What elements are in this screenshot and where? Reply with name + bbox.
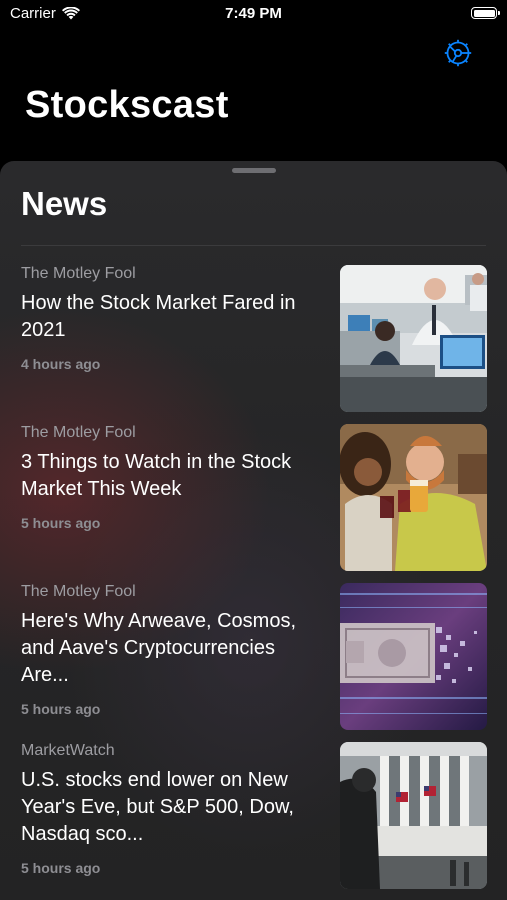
friends-toasting-photo (340, 424, 487, 571)
nyse-building-photo (340, 742, 487, 889)
news-section-title: News (21, 185, 108, 222)
news-item[interactable]: The Motley Fool Here's Why Arweave, Cosm… (0, 582, 507, 741)
news-headline: How the Stock Market Fared in 2021 (21, 292, 296, 341)
news-source: The Motley Fool (21, 424, 136, 441)
news-item-text: The Motley Fool Here's Why Arweave, Cosm… (21, 582, 321, 717)
news-item-text: MarketWatch U.S. stocks end lower on New… (21, 741, 321, 876)
news-item[interactable]: The Motley Fool 3 Things to Watch in the… (0, 423, 507, 582)
app-title: Stockscast (25, 84, 229, 126)
news-list: The Motley Fool How the Stock Market Far… (0, 264, 507, 900)
digital-dollar-photo (340, 583, 487, 730)
news-headline: 3 Things to Watch in the Stock Market Th… (21, 451, 292, 500)
settings-button[interactable] (443, 38, 473, 68)
status-time: 7:49 PM (225, 5, 282, 22)
news-timestamp: 5 hours ago (21, 701, 101, 717)
news-sheet: News The Motley Fool How the Stock Marke… (0, 161, 507, 900)
news-item[interactable]: MarketWatch U.S. stocks end lower on New… (0, 741, 507, 900)
news-timestamp: 4 hours ago (21, 356, 101, 372)
news-headline: U.S. stocks end lower on New Year's Eve,… (21, 769, 294, 845)
news-source: The Motley Fool (21, 265, 136, 282)
news-timestamp: 5 hours ago (21, 515, 101, 531)
gear-icon (444, 39, 472, 67)
battery-icon (471, 7, 500, 19)
news-source: MarketWatch (21, 742, 115, 759)
news-item[interactable]: The Motley Fool How the Stock Market Far… (0, 264, 507, 423)
divider (21, 245, 486, 246)
news-item-text: The Motley Fool How the Stock Market Far… (21, 264, 321, 372)
news-timestamp: 5 hours ago (21, 860, 101, 876)
app-screen: Carrier 7:49 PM Stockscast News The Motl… (0, 0, 507, 900)
news-item-text: The Motley Fool 3 Things to Watch in the… (21, 423, 321, 531)
news-source: The Motley Fool (21, 583, 136, 600)
office-traders-photo (340, 265, 487, 412)
status-bar: Carrier 7:49 PM (0, 0, 507, 30)
sheet-grabber-handle[interactable] (231, 168, 276, 173)
news-headline: Here's Why Arweave, Cosmos, and Aave's C… (21, 610, 297, 686)
